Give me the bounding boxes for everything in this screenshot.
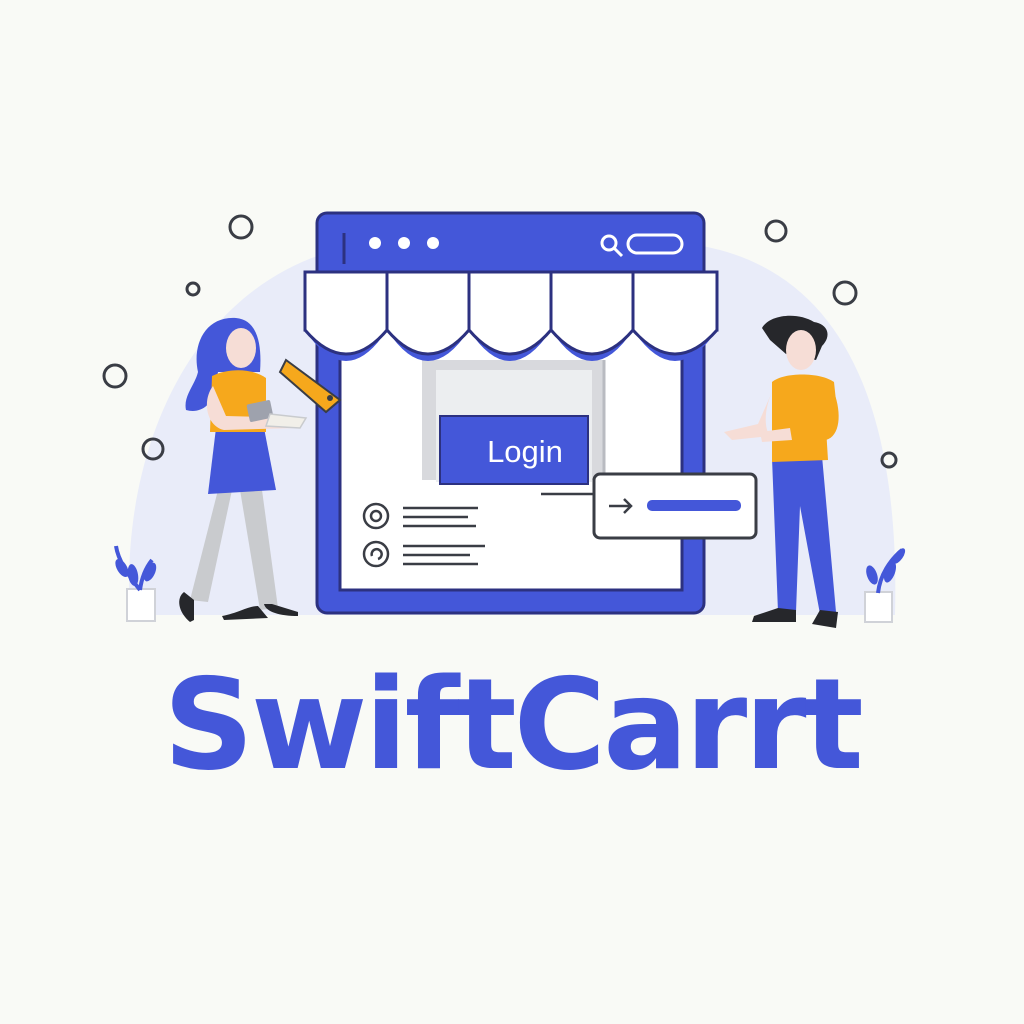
store-awning: [303, 270, 719, 361]
window-dot: [427, 237, 439, 249]
login-button-label: Login: [487, 434, 563, 469]
search-pill: [626, 233, 684, 255]
input-field-bar: [647, 500, 741, 511]
login-input-card[interactable]: [592, 472, 758, 540]
storefront-illustration: Login: [102, 211, 906, 628]
window-dot: [398, 237, 410, 249]
window-dot: [369, 237, 381, 249]
brand-wordmark: SwiftCarrt: [163, 651, 863, 798]
login-button[interactable]: Login: [439, 415, 589, 485]
illustration-canvas: Login SwiftCarrt: [0, 0, 1024, 1024]
